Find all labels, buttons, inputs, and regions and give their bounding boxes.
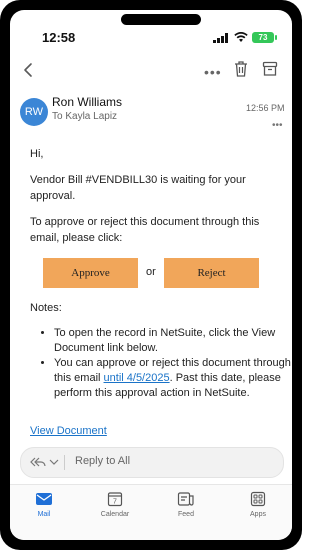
phone-frame: 12:58 73 ••• RW Ron Williams To Kayla La… xyxy=(0,0,302,550)
trash-icon[interactable] xyxy=(233,60,249,78)
message-toolbar: ••• xyxy=(10,56,292,84)
back-icon[interactable] xyxy=(20,61,38,79)
more-options-icon[interactable]: ••• xyxy=(204,64,222,80)
tab-feed-label: Feed xyxy=(178,511,194,518)
status-time: 12:58 xyxy=(42,30,76,45)
tab-mail[interactable]: Mail xyxy=(19,491,69,518)
message-paragraph-1: Vendor Bill #VENDBILL30 is waiting for y… xyxy=(30,174,246,202)
tab-apps[interactable]: Apps xyxy=(233,491,283,518)
archive-icon[interactable] xyxy=(262,60,278,78)
tab-mail-label: Mail xyxy=(37,511,51,518)
wifi-icon xyxy=(234,32,248,42)
deadline-link[interactable]: until 4/5/2025 xyxy=(104,372,170,384)
approve-button[interactable]: Approve xyxy=(43,258,138,288)
camera-notch xyxy=(121,14,201,25)
chevron-down-icon[interactable] xyxy=(49,458,59,466)
status-bar: 12:58 73 xyxy=(10,10,292,52)
view-document-link[interactable]: View Document xyxy=(30,425,107,437)
reply-all-icon[interactable] xyxy=(30,455,46,469)
note-item-2: You can approve or reject this document … xyxy=(54,356,292,401)
feed-icon xyxy=(177,492,194,506)
note-item-1: To open the record in NetSuite, click th… xyxy=(54,326,292,356)
mail-icon xyxy=(36,493,52,505)
tab-bar: Mail 7 Calendar Feed Apps xyxy=(10,484,292,540)
tab-calendar-label: Calendar xyxy=(100,511,130,518)
reject-button[interactable]: Reject xyxy=(164,258,259,288)
signal-icon xyxy=(213,33,228,43)
avatar[interactable]: RW xyxy=(20,98,48,126)
reply-input[interactable]: Reply to All xyxy=(75,455,130,467)
calendar-icon: 7 xyxy=(107,492,123,507)
or-text: or xyxy=(146,266,156,278)
sent-time: 12:56 PM xyxy=(246,103,285,113)
calendar-day: 7 xyxy=(113,499,117,506)
tab-calendar[interactable]: 7 Calendar xyxy=(90,491,140,518)
tab-apps-label: Apps xyxy=(250,511,266,518)
notes-list: To open the record in NetSuite, click th… xyxy=(32,326,292,401)
apps-icon xyxy=(250,491,266,507)
reply-divider xyxy=(64,455,65,470)
message-paragraph-2: To approve or reject this document throu… xyxy=(30,216,260,244)
battery-tip xyxy=(275,35,277,40)
recipient-line[interactable]: To Kayla Lapiz xyxy=(52,111,117,122)
tab-feed[interactable]: Feed xyxy=(161,491,211,518)
message-more-icon[interactable]: ••• xyxy=(272,120,283,131)
screen: 12:58 73 ••• RW Ron Williams To Kayla La… xyxy=(10,10,292,540)
reply-bar[interactable]: Reply to All xyxy=(20,447,284,478)
battery-icon: 73 xyxy=(252,32,274,43)
greeting: Hi, xyxy=(30,148,44,160)
notes-label: Notes: xyxy=(30,302,62,314)
sender-name[interactable]: Ron Williams xyxy=(52,95,122,109)
note-1-text: To open the record in NetSuite, click th… xyxy=(54,327,276,354)
